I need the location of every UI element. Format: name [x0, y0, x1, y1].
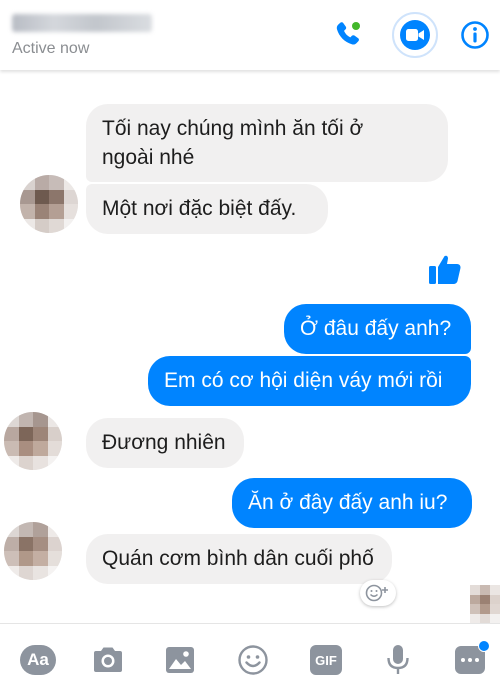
phone-icon: [336, 22, 360, 45]
more-options-button[interactable]: [450, 640, 490, 680]
message-list[interactable]: Tối nay chúng mình ăn tối ở ngoài nhé Mộ…: [0, 70, 500, 623]
gallery-icon: [166, 647, 194, 673]
sender-avatar[interactable]: [4, 522, 62, 580]
voice-call-button[interactable]: [325, 12, 371, 58]
more-icon: [455, 640, 490, 674]
text-format-button[interactable]: Aa: [18, 640, 58, 680]
text-format-icon: Aa: [20, 645, 56, 675]
sender-avatar[interactable]: [4, 412, 62, 470]
sender-avatar[interactable]: [20, 175, 78, 233]
gallery-button[interactable]: [160, 640, 200, 680]
emoji-icon: [238, 645, 268, 675]
incoming-message[interactable]: Đương nhiên: [86, 418, 244, 468]
info-icon: [461, 21, 489, 49]
camera-button[interactable]: [88, 640, 128, 680]
video-call-ring: [392, 12, 438, 58]
outgoing-message[interactable]: Ở đâu đấy anh?: [284, 304, 471, 354]
outgoing-message[interactable]: Ăn ở đây đấy anh iu?: [232, 478, 472, 528]
active-status: Active now: [12, 40, 90, 57]
voice-message-button[interactable]: [378, 640, 418, 680]
message-text: Đương nhiên: [102, 431, 226, 454]
video-call-circle: [400, 20, 430, 50]
video-call-button[interactable]: [392, 12, 438, 58]
message-text: Quán cơm bình dân cuối phố: [102, 547, 374, 570]
composer-toolbar: Aa GIF: [0, 623, 500, 695]
like-sticker[interactable]: [428, 252, 462, 286]
video-camera-icon: [406, 29, 424, 41]
message-line: ngoài nhé: [102, 146, 195, 169]
emoji-button[interactable]: [233, 640, 273, 680]
gif-icon: GIF: [310, 645, 342, 675]
contact-name[interactable]: [12, 14, 152, 32]
add-reaction-button[interactable]: [360, 580, 396, 606]
microphone-icon: [387, 645, 409, 674]
notification-dot: [478, 640, 490, 652]
outgoing-message[interactable]: Em có cơ hội diện váy mới rồi: [148, 356, 471, 406]
incoming-message[interactable]: Tối nay chúng mình ăn tối ở ngoài nhé: [86, 104, 448, 182]
thumbs-up-icon: [429, 255, 461, 284]
info-button[interactable]: [452, 12, 498, 58]
message-text: Em có cơ hội diện váy mới rồi: [164, 369, 443, 392]
incoming-message[interactable]: Quán cơm bình dân cuối phố: [86, 534, 392, 584]
seen-indicator-avatar: [470, 585, 500, 623]
message-text: Ăn ở đây đấy anh iu?: [248, 491, 448, 514]
message-text: Một nơi đặc biệt đấy.: [102, 197, 297, 220]
chat-header: Active now: [0, 0, 500, 70]
gif-button[interactable]: GIF: [306, 640, 346, 680]
camera-icon: [94, 647, 122, 672]
message-line: Tối nay chúng mình ăn tối ở: [102, 117, 364, 140]
incoming-message[interactable]: Một nơi đặc biệt đấy.: [86, 184, 328, 234]
add-reaction-icon: [365, 584, 388, 602]
message-text: Ở đâu đấy anh?: [300, 317, 452, 340]
